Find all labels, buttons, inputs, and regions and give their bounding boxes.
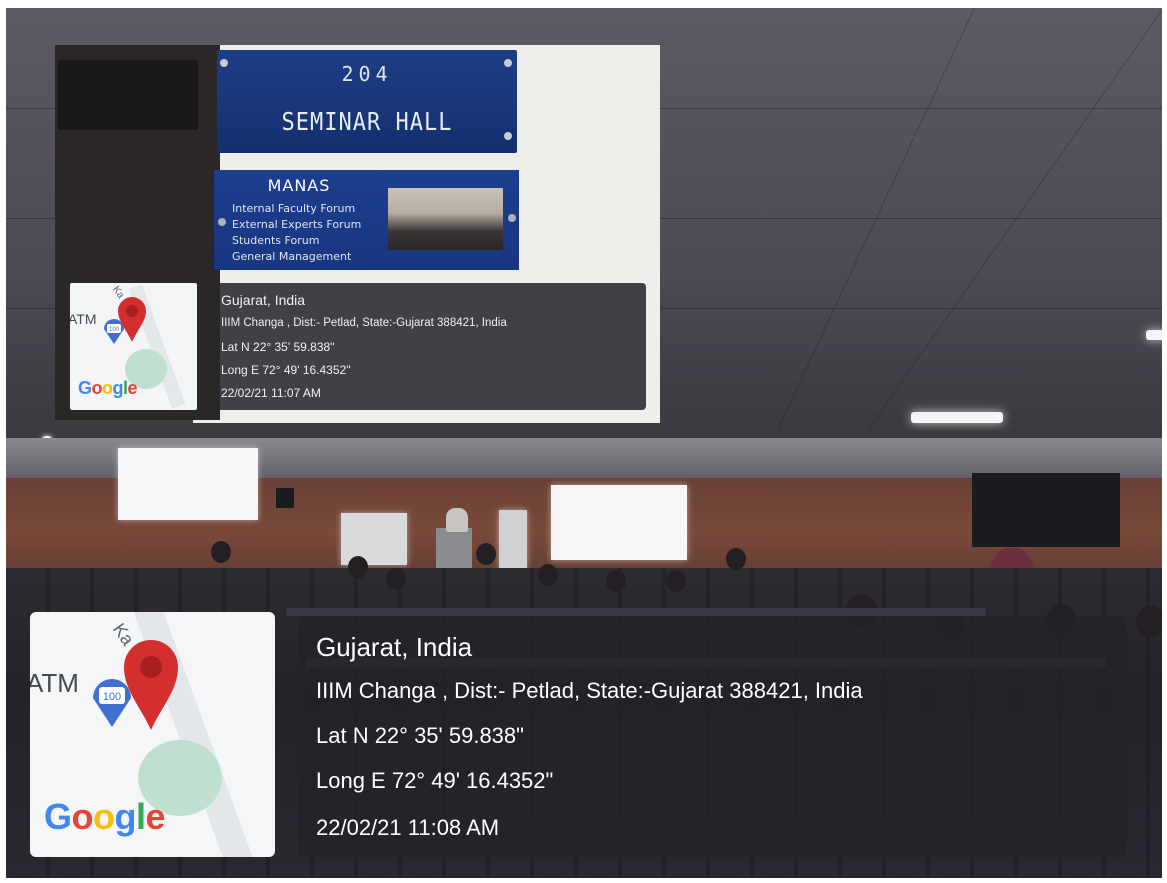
- manas-plate: MANAS Internal Faculty Forum External Ex…: [214, 170, 519, 270]
- timestamp-line: 22/02/21 11:07 AM: [221, 386, 321, 400]
- audience-head: [606, 570, 626, 592]
- audience-head: [666, 570, 686, 592]
- google-logo: Google: [78, 378, 138, 398]
- side-screen: [341, 513, 407, 565]
- tv-screen: [118, 448, 258, 520]
- location-title: Gujarat, India: [316, 632, 473, 662]
- manas-line: External Experts Forum: [232, 218, 362, 231]
- map-pin-icon: [124, 640, 178, 730]
- room-nameplate: 204 SEMINAR HALL: [217, 50, 517, 153]
- latitude-line: Lat N 22° 35' 59.838": [316, 723, 524, 748]
- manas-line: Internal Faculty Forum: [232, 202, 356, 215]
- screw: [218, 218, 226, 226]
- chair-row: [286, 608, 986, 616]
- banner: [499, 510, 527, 568]
- big-map-thumbnail: ATM Ka 100 Google: [30, 612, 275, 857]
- address-line: IIIM Changa , Dist:- Petlad, State:-Guja…: [221, 317, 507, 329]
- audience-head: [538, 564, 558, 586]
- audience-head: [476, 543, 496, 565]
- tv-screen-off: [972, 473, 1120, 547]
- big-geotag-panel: Gujarat, India IIIM Changa , Dist:- Petl…: [298, 616, 1127, 857]
- small-geotag-panel: Gujarat, India IIIM Changa , Dist:- Petl…: [216, 283, 646, 410]
- audience-head: [348, 556, 368, 578]
- pillar-shadow: [58, 60, 198, 130]
- audience-head: [726, 548, 746, 570]
- speaker: [276, 488, 294, 508]
- podium: [436, 528, 472, 572]
- room-number: 204: [341, 62, 393, 86]
- speaker-person: [446, 508, 468, 532]
- projector-screen: [551, 485, 687, 560]
- timestamp-line: 22/02/21 11:08 AM: [316, 815, 500, 840]
- atm-label: ATM: [70, 311, 97, 327]
- ceiling-light: [911, 412, 1003, 423]
- audience-head: [211, 541, 231, 563]
- photo-frame: 204 SEMINAR HALL MANAS Internal Faculty …: [0, 0, 1167, 883]
- address-line: IIIM Changa , Dist:- Petlad, State:-Guja…: [316, 678, 863, 703]
- longitude-line: Long E 72° 49' 16.4352": [316, 768, 554, 793]
- screw: [504, 59, 512, 67]
- audience-head: [1136, 606, 1162, 638]
- ceiling-light: [1146, 330, 1162, 340]
- manas-title: MANAS: [267, 176, 331, 195]
- manas-line: Students Forum: [232, 234, 320, 247]
- screw: [504, 132, 512, 140]
- google-logo: Google: [44, 796, 166, 837]
- screw: [220, 59, 228, 67]
- longitude-line: Long E 72° 49' 16.4352": [221, 363, 351, 377]
- location-title: Gujarat, India: [221, 292, 306, 308]
- map-pin-icon: [118, 297, 146, 342]
- poi-badge: 100: [103, 691, 121, 703]
- room-name: SEMINAR HALL: [281, 108, 453, 137]
- atm-label: ATM: [30, 668, 79, 698]
- audience-head: [386, 568, 406, 590]
- manas-line: General Management: [232, 250, 352, 263]
- manas-thumbnail-photo: [388, 188, 503, 250]
- small-map-thumbnail: ATM Ka 100 Google: [70, 283, 197, 410]
- latitude-line: Lat N 22° 35' 59.838": [221, 340, 335, 354]
- screw: [508, 214, 516, 222]
